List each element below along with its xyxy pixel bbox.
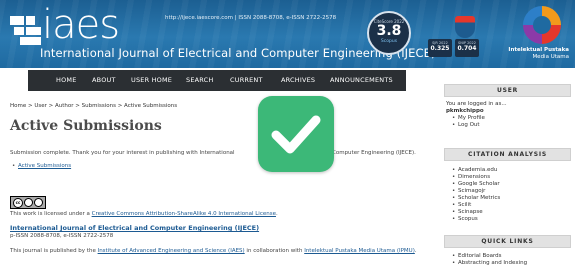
license-prefix: This work is licensed under a xyxy=(10,211,92,217)
nav-home[interactable]: HOME xyxy=(56,76,77,84)
my-profile-link[interactable]: My Profile xyxy=(452,115,485,122)
license-suffix: . xyxy=(275,211,278,217)
sjr-badge[interactable]: SJR 2022 0.325 xyxy=(428,39,452,57)
page-title: Active Submissions xyxy=(10,118,162,134)
sjr-value: 0.325 xyxy=(430,45,450,52)
publisher-brand: Intelektual Pustaka Media Utama xyxy=(508,47,569,61)
user-links: My Profile Log Out xyxy=(452,115,485,129)
breadcrumb[interactable]: Home > User > Author > Submissions > Act… xyxy=(10,103,177,109)
username: pkmkchippo xyxy=(446,108,484,114)
active-submissions-link[interactable]: Active Submissions xyxy=(12,163,71,169)
publisher-text: This journal is published by the Institu… xyxy=(10,247,430,255)
cc-by-icon xyxy=(24,198,33,207)
nav-archives[interactable]: ARCHIVES xyxy=(281,76,315,84)
citation-link-academia[interactable]: Academia.edu xyxy=(452,167,500,174)
citation-link-scholar-metrics[interactable]: Scholar Metrics xyxy=(452,195,500,202)
success-overlay xyxy=(258,96,334,172)
citation-link-scimagojr[interactable]: Scimagojr xyxy=(452,188,500,195)
cc-logo-icon: cc xyxy=(13,197,23,208)
header-issn-line: http://ijece.iaescore.com | ISSN 2088-87… xyxy=(165,15,337,21)
quick-link-editorial-boards[interactable]: Editorial Boards xyxy=(452,253,527,260)
publisher-brand-name: Intelektual Pustaka xyxy=(508,47,569,53)
publisher-middle: in collaboration with xyxy=(244,248,305,254)
nav-current[interactable]: CURRENT xyxy=(230,76,263,84)
publisher-prefix: This journal is published by the xyxy=(10,248,98,254)
quick-links: Editorial Boards Abstracting and Indexin… xyxy=(452,253,527,267)
iaes-link[interactable]: Institute of Advanced Engineering and Sc… xyxy=(98,248,245,254)
main-navbar: HOME ABOUT USER HOME SEARCH CURRENT ARCH… xyxy=(28,70,406,91)
quick-links-block-title: QUICK LINKS xyxy=(444,235,571,248)
creative-commons-icon[interactable]: cc xyxy=(10,196,46,209)
nav-search[interactable]: SEARCH xyxy=(186,76,214,84)
nav-announcements[interactable]: ANNOUNCEMENTS xyxy=(330,76,393,84)
ipmu-link[interactable]: Intelektual Pustaka Media Utama (IPMU) xyxy=(304,248,415,254)
snip-value: 0.704 xyxy=(457,45,477,52)
citation-link-scopus[interactable]: Scopus xyxy=(452,216,500,223)
publisher-brand-sub: Media Utama xyxy=(532,54,569,60)
citation-link-google-scholar[interactable]: Google Scholar xyxy=(452,181,500,188)
iaes-logo-text[interactable]: iaes xyxy=(42,5,120,45)
nav-about[interactable]: ABOUT xyxy=(92,76,116,84)
citescore-value: 3.8 xyxy=(376,23,402,39)
citation-block-title: CITATION ANALYSIS xyxy=(444,148,571,161)
scimago-shield-icon xyxy=(455,16,475,38)
nav-user-home[interactable]: USER HOME xyxy=(131,76,172,84)
submission-message: Submission complete. Thank you for your … xyxy=(10,150,235,156)
citation-link-scinapse[interactable]: Scinapse xyxy=(452,209,500,216)
snip-badge[interactable]: SNIP 2022 0.704 xyxy=(455,39,479,57)
license-text: This work is licensed under a Creative C… xyxy=(10,211,278,217)
citation-link-dimensions[interactable]: Dimensions xyxy=(452,174,500,181)
check-icon xyxy=(271,115,321,154)
license-link[interactable]: Creative Commons Attribution-ShareAlike … xyxy=(92,211,276,217)
cc-sa-icon xyxy=(34,198,43,207)
site-header: iaes http://ijece.iaescore.com | ISSN 20… xyxy=(0,0,575,68)
citescore-badge[interactable]: CiteScore 2022 3.8 Scopus xyxy=(367,11,411,55)
user-block-title: USER xyxy=(444,84,571,97)
citescore-source: Scopus xyxy=(380,39,398,44)
intelektual-pustaka-logo-icon[interactable] xyxy=(523,6,561,44)
quick-link-abstracting-indexing[interactable]: Abstracting and Indexing xyxy=(452,260,527,267)
footer-issn: p-ISSN 2088-8708, e-ISSN 2722-2578 xyxy=(10,233,114,239)
logged-in-text: You are logged in as... xyxy=(446,101,507,107)
footer-journal-link[interactable]: International Journal of Electrical and … xyxy=(10,224,259,232)
citation-links: Academia.edu Dimensions Google Scholar S… xyxy=(452,167,500,223)
publisher-suffix: . xyxy=(414,248,417,254)
submission-message-tail: Computer Engineering (IJECE). xyxy=(332,150,416,156)
citation-link-scilit[interactable]: Scilit xyxy=(452,202,500,209)
log-out-link[interactable]: Log Out xyxy=(452,122,485,129)
